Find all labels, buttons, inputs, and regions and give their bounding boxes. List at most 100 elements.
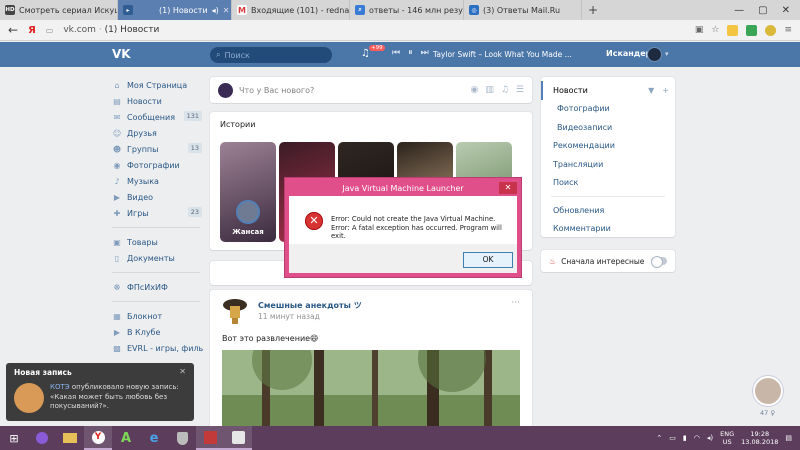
menu-item-search[interactable]: Поиск: [541, 174, 675, 193]
sidebar-item-video[interactable]: ▶ Видео: [112, 189, 204, 205]
search-placeholder: Поиск: [224, 50, 250, 60]
left-sidebar: ⌂ Моя Страница ▤ Новости ✉ Сообщения 131 ☺ Др…: [112, 77, 204, 356]
shield-icon[interactable]: [168, 426, 196, 450]
next-track-icon[interactable]: ⏭: [421, 48, 429, 58]
chat-avatar[interactable]: [753, 376, 783, 406]
plus-icon[interactable]: +: [662, 86, 669, 95]
search-icon: ⌕: [355, 5, 365, 15]
username[interactable]: Искандер: [606, 49, 651, 58]
sidebar-item-club[interactable]: ▶ В Клубе: [112, 324, 204, 340]
menu-item-recommendations[interactable]: Рекомендации: [541, 137, 675, 156]
back-arrow-icon[interactable]: ←: [8, 23, 18, 37]
network-icon[interactable]: ▭: [669, 434, 676, 442]
bookmark-page-icon[interactable]: ▣: [695, 25, 704, 35]
vk-search-input[interactable]: ⌕ Поиск: [210, 47, 332, 63]
post-author[interactable]: Смешные анекдоты ツ: [258, 300, 362, 311]
extension-icon[interactable]: [765, 24, 777, 36]
game-app-icon[interactable]: [196, 426, 224, 450]
video-icon[interactable]: ▥: [485, 85, 494, 95]
app-a-icon[interactable]: A: [112, 426, 140, 450]
browser-tab-active[interactable]: ▸ (1) Новости ◂) ✕: [118, 0, 232, 20]
file-explorer-icon[interactable]: [56, 426, 84, 450]
star-icon[interactable]: ☆: [711, 25, 719, 35]
extension-icon[interactable]: [727, 24, 739, 36]
sidebar-item-label: В Клубе: [127, 327, 161, 337]
list-icon[interactable]: ☰: [516, 85, 524, 95]
menu-item-updates[interactable]: Обновления: [541, 201, 675, 220]
menu-item-photos[interactable]: Фотографии: [541, 100, 675, 119]
chevron-down-icon[interactable]: ▾: [665, 50, 669, 58]
battery-icon[interactable]: ▮: [683, 434, 687, 442]
sidebar-item-goods[interactable]: ▣ Товары: [112, 234, 204, 250]
sidebar-item-photos[interactable]: ◉ Фотографии: [112, 157, 204, 173]
speaker-icon[interactable]: ◂): [212, 6, 219, 15]
camera-icon[interactable]: ◉: [470, 85, 478, 95]
sidebar-item-music[interactable]: ♪ Музыка: [112, 173, 204, 189]
notification-popup[interactable]: Новая запись ✕ КОТЭ опубликовало новую з…: [6, 363, 194, 421]
sidebar-item-docs[interactable]: ▯ Документы: [112, 250, 204, 266]
sidebar-item-games[interactable]: ✚ Игры 23: [112, 205, 204, 221]
menu-icon[interactable]: ≡: [784, 25, 792, 35]
more-icon[interactable]: ···: [511, 298, 520, 308]
notification-author[interactable]: КОТЭ: [50, 383, 70, 391]
windows-start-icon[interactable]: ⊞: [0, 426, 28, 450]
menu-item-comments[interactable]: Комментарии: [541, 220, 675, 239]
vk-logo[interactable]: VK: [112, 47, 134, 62]
sidebar-item-label: Фотографии: [127, 160, 180, 170]
notifications-icon[interactable]: ▤: [785, 434, 792, 442]
close-tab-icon[interactable]: ✕: [223, 6, 230, 15]
yandex-logo[interactable]: Я: [28, 25, 36, 36]
sidebar-item-label: Друзья: [127, 128, 157, 138]
sidebar-item-news[interactable]: ▤ Новости: [112, 93, 204, 109]
interesting-first-toggle-row[interactable]: ♨ Сначала интересные: [541, 250, 675, 272]
volume-icon[interactable]: ◂): [707, 434, 713, 442]
avatar[interactable]: [647, 47, 662, 62]
java-icon[interactable]: [224, 426, 252, 450]
post-image[interactable]: [222, 350, 520, 430]
close-window-icon[interactable]: ✕: [782, 5, 790, 16]
browser-tab[interactable]: ⌕ ответы - 146 млн результат: [350, 0, 464, 20]
minimize-icon[interactable]: —: [734, 5, 744, 16]
maximize-icon[interactable]: ▢: [758, 5, 767, 16]
post-time[interactable]: 11 минут назад: [258, 312, 320, 321]
browser-tab[interactable]: HD Смотреть сериал Искушени: [0, 0, 118, 20]
cortana-mic-icon[interactable]: [28, 426, 56, 450]
new-tab-button[interactable]: +: [582, 0, 604, 20]
url-field[interactable]: vk.com · (1) Новости: [63, 25, 685, 35]
extension-icon[interactable]: [746, 24, 758, 36]
sidebar-item-groups[interactable]: ☻ Группы 13: [112, 141, 204, 157]
sidebar-item-my-page[interactable]: ⌂ Моя Страница: [112, 77, 204, 93]
menu-item-videos[interactable]: Видеозаписи: [541, 118, 675, 137]
ok-button[interactable]: OK: [463, 252, 513, 268]
clock[interactable]: 19:28 13.08.2018: [741, 430, 778, 446]
post-author-avatar[interactable]: [222, 296, 248, 324]
sidebar-item-notepad[interactable]: ▦ Блокнот: [112, 308, 204, 324]
browser-tab[interactable]: ◎ (3) Ответы Mail.Ru: [464, 0, 582, 20]
filter-icon[interactable]: ▼: [648, 86, 654, 95]
music-icon[interactable]: ♫: [501, 85, 509, 95]
pause-icon[interactable]: ⏸: [408, 48, 413, 58]
browser-tab[interactable]: M Входящие (101) - rednaxi18: [232, 0, 350, 20]
notification-text: опубликовало новую запись: «Какая может …: [50, 383, 179, 410]
close-icon[interactable]: ✕: [499, 182, 517, 194]
yandex-browser-icon[interactable]: Y: [84, 426, 112, 450]
interest-toggle[interactable]: [651, 256, 667, 268]
sidebar-item-messages[interactable]: ✉ Сообщения 131: [112, 109, 204, 125]
menu-item-streams[interactable]: Трансляции: [541, 155, 675, 174]
sidebar-item-app[interactable]: ▩ EVRL - игры, филь: [112, 340, 204, 356]
prev-track-icon[interactable]: ⏮: [392, 48, 400, 58]
fire-icon: ♨: [549, 256, 557, 266]
language-indicator[interactable]: ENG US: [720, 430, 734, 446]
internet-explorer-icon[interactable]: e: [140, 426, 168, 450]
wifi-icon[interactable]: ◠: [694, 434, 700, 442]
sidebar-item-friends[interactable]: ☺ Друзья: [112, 125, 204, 141]
close-icon[interactable]: ✕: [179, 367, 186, 376]
post-composer[interactable]: Что у Вас нового? ◉ ▥ ♫ ☰: [210, 77, 532, 103]
story-card[interactable]: Жансая: [220, 142, 276, 242]
chevron-up-icon[interactable]: ⌃: [656, 434, 662, 442]
composer-input[interactable]: Что у Вас нового?: [239, 86, 464, 95]
menu-item-news[interactable]: Новости ▼ +: [541, 81, 675, 100]
sidebar-item-label: Музыка: [127, 176, 159, 186]
track-title[interactable]: Taylor Swift – Look What You Made ...: [433, 50, 572, 59]
sidebar-item-community[interactable]: ☸ ФПсИхИФ: [112, 279, 204, 295]
